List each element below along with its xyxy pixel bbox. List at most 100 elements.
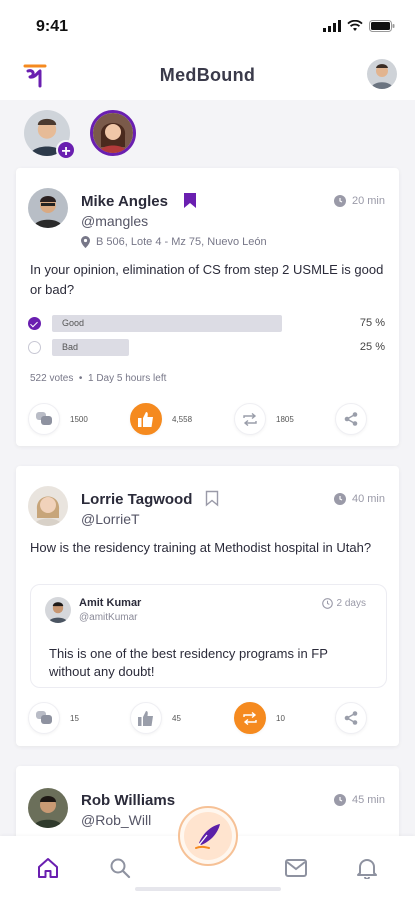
repost-button[interactable] xyxy=(234,403,266,435)
compose-button-inner xyxy=(184,812,232,860)
like-action[interactable]: 4,558 xyxy=(130,403,192,435)
author-avatar[interactable] xyxy=(28,188,68,228)
author-avatar[interactable] xyxy=(28,486,68,526)
share-icon xyxy=(344,711,358,725)
post-time: 45 min xyxy=(333,794,385,806)
bookmark-outline-icon[interactable] xyxy=(205,490,219,507)
repost-count: 10 xyxy=(276,713,285,723)
author-handle: @Rob_Will xyxy=(81,812,152,828)
share-action[interactable] xyxy=(335,702,367,734)
repost-action[interactable]: 10 xyxy=(234,702,285,734)
app-title: MedBound xyxy=(159,65,256,85)
poll-option-percent: 75 % xyxy=(359,317,385,329)
author-handle: @mangles xyxy=(81,213,149,229)
reply-avatar[interactable] xyxy=(45,597,71,623)
comment-icon xyxy=(36,412,52,425)
repost-icon xyxy=(243,711,257,725)
nav-home[interactable] xyxy=(36,856,60,880)
poll-votes: 522 votes xyxy=(30,373,74,384)
poll-option-label: Good xyxy=(62,318,85,328)
clock-outline-icon xyxy=(321,598,333,609)
home-icon xyxy=(38,858,58,878)
repost-count: 1805 xyxy=(276,414,294,424)
radio-checked-icon[interactable] xyxy=(28,317,41,330)
location-pin-icon xyxy=(81,236,90,248)
status-bar: 9:41 xyxy=(0,0,415,52)
radio-unchecked-icon[interactable] xyxy=(28,341,41,354)
clock-icon xyxy=(333,794,346,806)
thumbs-up-icon xyxy=(138,411,153,427)
location: B 506, Lote 4 - Mz 75, Nuevo León xyxy=(81,236,267,248)
poll-option-percent: 25 % xyxy=(359,341,385,353)
poll-option[interactable]: Good 75 % xyxy=(28,314,387,334)
comment-count: 15 xyxy=(70,713,79,723)
comment-action[interactable]: 15 xyxy=(28,702,79,734)
compose-icon xyxy=(195,824,220,849)
comment-count: 1500 xyxy=(70,414,88,424)
comment-button[interactable] xyxy=(28,403,60,435)
reply-text: This is one of the best residency progra… xyxy=(49,646,328,679)
like-count: 45 xyxy=(172,713,181,723)
home-indicator xyxy=(135,887,281,891)
add-story-icon[interactable]: + xyxy=(56,140,76,160)
like-action[interactable]: 45 xyxy=(130,702,181,734)
avatar-image xyxy=(367,59,397,89)
repost-button[interactable] xyxy=(234,702,266,734)
profile-avatar[interactable] xyxy=(367,59,397,89)
share-button[interactable] xyxy=(335,702,367,734)
post-time: 40 min xyxy=(333,493,385,505)
nav-notifications[interactable] xyxy=(355,856,379,880)
author-avatar-image xyxy=(28,486,68,526)
post-time: 20 min xyxy=(333,195,385,207)
reply-card[interactable]: Amit Kumar @amitKumar 2 days This is one… xyxy=(30,584,387,688)
search-icon xyxy=(110,858,131,879)
status-icons xyxy=(323,20,395,32)
author-avatar[interactable] xyxy=(28,788,68,828)
author-avatar-image xyxy=(28,188,68,228)
poll-option[interactable]: Bad 25 % xyxy=(28,338,387,358)
status-time: 9:41 xyxy=(36,18,69,35)
share-icon xyxy=(344,412,358,426)
comment-button[interactable] xyxy=(28,702,60,734)
nav-messages[interactable] xyxy=(284,856,308,880)
bookmark-filled-icon[interactable] xyxy=(183,192,197,209)
reply-avatar-image xyxy=(45,597,71,623)
story-friend[interactable] xyxy=(90,110,136,156)
poll-remaining: 1 Day 5 hours left xyxy=(88,373,167,384)
post-time-text: 40 min xyxy=(351,493,385,505)
stories-row: + xyxy=(0,100,415,166)
location-text: B 506, Lote 4 - Mz 75, Nuevo León xyxy=(96,236,267,248)
story-my[interactable]: + xyxy=(24,110,76,160)
reply-author-name[interactable]: Amit Kumar xyxy=(79,597,141,609)
reply-author-handle: @amitKumar xyxy=(79,612,138,623)
nav-search[interactable] xyxy=(108,856,132,880)
like-button[interactable] xyxy=(130,702,162,734)
like-button[interactable] xyxy=(130,403,162,435)
share-action[interactable] xyxy=(335,403,367,435)
author-name[interactable]: Mike Angles xyxy=(81,193,168,210)
poll-option-label: Bad xyxy=(62,342,79,352)
battery-icon xyxy=(369,20,395,32)
reply-time: 2 days xyxy=(321,598,366,609)
comment-action[interactable]: 1500 xyxy=(28,403,88,435)
post-time-text: 20 min xyxy=(351,195,385,207)
bell-icon xyxy=(357,859,377,879)
post-question: In your opinion, elimination of CS from … xyxy=(30,262,384,297)
compose-button[interactable] xyxy=(178,806,238,866)
repost-action[interactable]: 1805 xyxy=(234,403,294,435)
author-name[interactable]: Lorrie Tagwood xyxy=(81,491,192,508)
share-button[interactable] xyxy=(335,403,367,435)
author-handle: @LorrieT xyxy=(81,511,140,527)
wifi-icon xyxy=(347,20,363,31)
poll-separator: • xyxy=(76,373,88,384)
post-card: Lorrie Tagwood @LorrieT 40 min How is th… xyxy=(16,466,399,746)
author-avatar-image xyxy=(28,788,68,828)
mail-icon xyxy=(285,859,307,877)
poll-meta: 522 votes • 1 Day 5 hours left xyxy=(30,373,166,384)
clock-icon xyxy=(333,195,346,207)
post-card: Mike Angles @mangles 20 min B 506, Lote … xyxy=(16,168,399,446)
story-avatar-image xyxy=(93,113,133,153)
post-time-text: 45 min xyxy=(351,794,385,806)
thumbs-up-icon xyxy=(138,710,153,726)
author-name[interactable]: Rob Williams xyxy=(81,792,175,809)
